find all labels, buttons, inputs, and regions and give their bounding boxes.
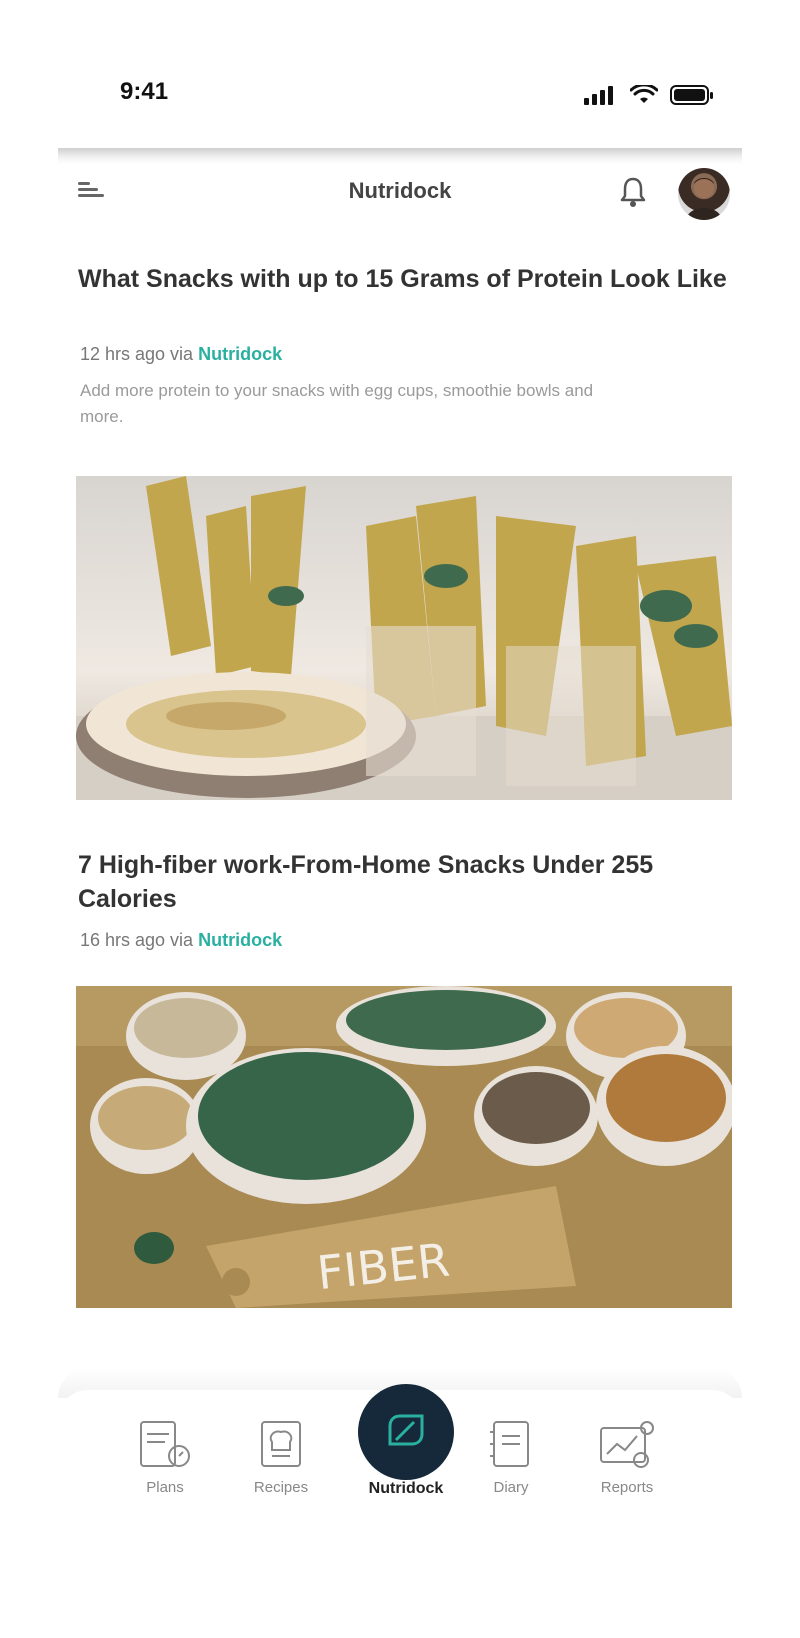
recipes-icon [261, 1421, 301, 1467]
status-icons [584, 84, 714, 106]
bell-icon[interactable] [618, 176, 648, 208]
article-meta: 16 hrs ago via Nutridock [80, 930, 282, 951]
nav-label-diary: Diary [493, 1479, 529, 1496]
card-top-shadow [58, 148, 742, 164]
fiber-photo-illustration: FIBER [76, 986, 732, 1308]
nav-item-recipes[interactable]: Recipes [236, 1420, 326, 1496]
status-bar: 9:41 [0, 0, 800, 140]
nav-item-diary[interactable]: Diary [466, 1420, 556, 1496]
article-title[interactable]: 7 High-fiber work-From-Home Snacks Under… [78, 848, 728, 916]
nav-label-nutridock: Nutridock [368, 1480, 444, 1497]
snack-photo-illustration [76, 476, 732, 800]
nav-item-plans[interactable]: Plans [120, 1420, 210, 1496]
user-avatar[interactable] [678, 168, 730, 220]
article-time: 12 hrs ago via [80, 344, 199, 364]
plans-icon [140, 1421, 190, 1467]
article-image-fiber[interactable]: FIBER [76, 986, 732, 1308]
diary-icon [490, 1421, 529, 1467]
status-time: 9:41 [120, 78, 169, 105]
article-title[interactable]: What Snacks with up to 15 Grams of Prote… [78, 262, 728, 296]
nav-label-reports: Reports [600, 1479, 654, 1496]
article-source-link[interactable]: Nutridock [198, 930, 282, 950]
nav-item-reports[interactable]: Reports [582, 1420, 672, 1496]
nav-label-plans: Plans [146, 1479, 184, 1496]
article-meta: 12 hrs ago via Nutridock [80, 344, 282, 365]
battery-icon [670, 85, 713, 105]
article-time: 16 hrs ago via [80, 930, 199, 950]
signal-icon [584, 86, 613, 105]
nav-item-nutridock[interactable] [358, 1384, 454, 1480]
nav-label-recipes: Recipes [253, 1479, 309, 1496]
wifi-icon [630, 85, 658, 103]
article-image-snacks[interactable] [76, 476, 732, 800]
article-description: Add more protein to your snacks with egg… [80, 381, 594, 426]
nutridock-leaf-icon [388, 1414, 424, 1446]
article-source-link[interactable]: Nutridock [198, 344, 282, 364]
app-header: Nutridock [58, 164, 742, 230]
reports-icon [600, 1421, 654, 1468]
